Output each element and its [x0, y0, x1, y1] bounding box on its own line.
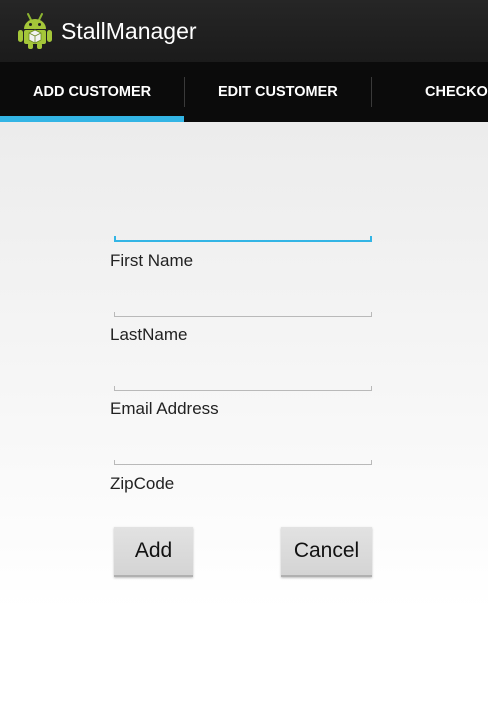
field-edge	[371, 312, 372, 317]
field-edge	[370, 236, 372, 242]
tab-checkout[interactable]: CHECKOUT	[372, 62, 488, 122]
last-name-input[interactable]	[114, 277, 372, 317]
last-name-label: LastName	[110, 325, 188, 344]
email-address-input[interactable]	[114, 351, 372, 391]
email-address-label: Email Address	[110, 399, 219, 418]
app-title: StallManager	[61, 18, 197, 44]
add-customer-form: First Name LastName Email Address ZipCod…	[0, 122, 488, 718]
action-bar: StallManager	[0, 0, 488, 62]
zipcode-label: ZipCode	[110, 474, 175, 493]
field-edge	[114, 460, 115, 465]
tab-label: EDIT CUSTOMER	[218, 84, 338, 100]
add-button[interactable]: Add	[114, 527, 193, 577]
tab-bar: ADD CUSTOMER EDIT CUSTOMER CHECKOUT	[0, 62, 488, 122]
tab-edit-customer[interactable]: EDIT CUSTOMER	[185, 62, 371, 122]
first-name-label: First Name	[110, 251, 194, 270]
field-edge	[114, 236, 116, 242]
field-edge	[114, 312, 115, 317]
android-robot-icon[interactable]	[17, 12, 53, 50]
tab-label: CHECKOUT	[425, 84, 488, 100]
field-edge	[371, 386, 372, 391]
zipcode-input[interactable]	[114, 425, 372, 465]
field-edge	[114, 386, 115, 391]
cancel-button[interactable]: Cancel	[281, 527, 372, 577]
tab-label: ADD CUSTOMER	[33, 84, 152, 100]
first-name-input[interactable]	[114, 202, 372, 242]
tab-add-customer[interactable]: ADD CUSTOMER	[0, 62, 184, 122]
field-edge	[371, 460, 372, 465]
